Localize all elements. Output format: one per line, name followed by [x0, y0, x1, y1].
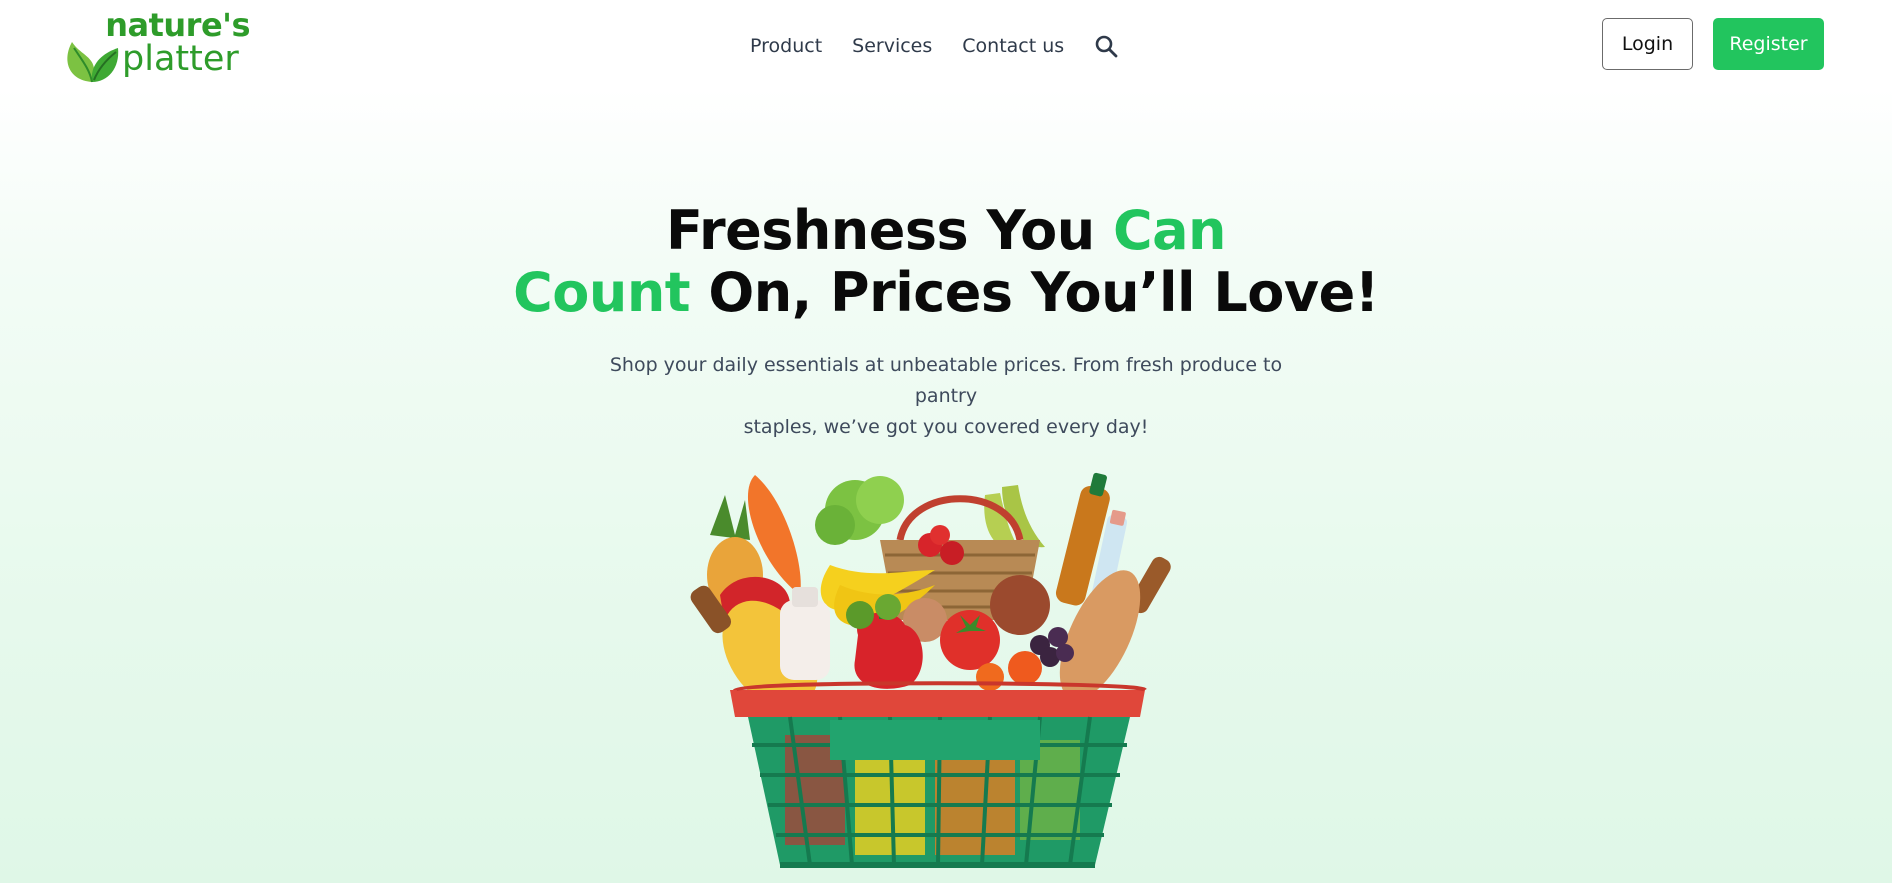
main-nav: Product Services Contact us [750, 30, 1118, 62]
login-button[interactable]: Login [1602, 18, 1693, 70]
logo[interactable]: nature's platter [62, 6, 251, 84]
nav-contact-us[interactable]: Contact us [962, 35, 1064, 57]
grocery-basket-image [690, 472, 1171, 868]
logo-text-line2: platter [122, 39, 239, 79]
hero-title-highlight-can: Can [1112, 199, 1227, 262]
hero-subtitle: Shop your daily essentials at unbeatable… [586, 350, 1306, 443]
nav-services[interactable]: Services [852, 35, 932, 57]
search-icon[interactable] [1094, 34, 1118, 58]
hero-subtitle-line1: Shop your daily essentials at unbeatable… [609, 354, 1283, 407]
hero-subtitle-line2: staples, we’ve got you covered every day… [743, 416, 1149, 438]
nav-product[interactable]: Product [750, 35, 822, 57]
hero-title-highlight-count: Count [513, 261, 691, 324]
hero-title-part2: On, Prices You’ll Love! [690, 261, 1379, 324]
site-header: nature's platter Product Services Contac… [0, 0, 1892, 92]
register-button[interactable]: Register [1713, 18, 1824, 70]
hero-title-part1: Freshness You [666, 199, 1113, 262]
logo-text-line1: nature's [105, 6, 250, 44]
hero-title: Freshness You Can Count On, Prices You’l… [446, 200, 1446, 324]
